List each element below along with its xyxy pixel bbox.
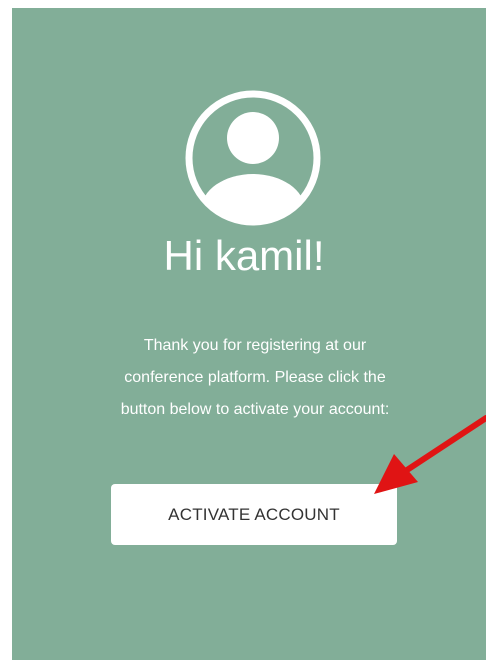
greeting-heading: Hi kamil! <box>163 232 325 279</box>
user-avatar-icon <box>183 88 323 228</box>
message-line: Thank you for registering at our <box>143 337 367 354</box>
message-line: conference platform. Please click the <box>124 369 386 386</box>
red-arrow-icon <box>360 410 486 510</box>
activate-account-button[interactable]: ACTIVATE ACCOUNT <box>111 484 397 545</box>
